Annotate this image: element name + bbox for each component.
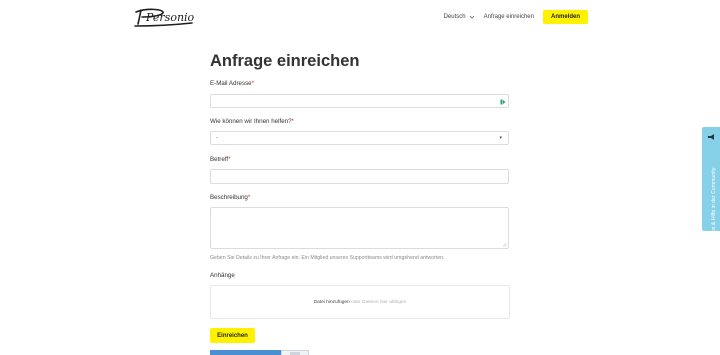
required-asterisk: * xyxy=(251,80,255,87)
email-field[interactable] xyxy=(210,94,509,108)
partial-bottom-control[interactable] xyxy=(281,350,309,355)
top-nav: Deutsch Anfrage einreichen Anmelden xyxy=(444,10,588,24)
email-label: E-Mail Adresse* xyxy=(210,80,255,87)
required-asterisk: * xyxy=(228,156,231,163)
required-asterisk: * xyxy=(291,118,294,125)
description-label: Beschreibung* xyxy=(210,194,251,201)
svg-text:Personio: Personio xyxy=(145,11,195,24)
description-help-text: Geben Sie Details zu Ihrer Anfrage ein. … xyxy=(210,255,445,261)
attachments-label: Anhänge xyxy=(210,272,235,279)
megaphone-icon xyxy=(708,134,714,140)
password-manager-icon[interactable] xyxy=(500,99,506,105)
submit-button[interactable]: Einreichen xyxy=(210,328,255,343)
partial-bottom-button[interactable] xyxy=(210,350,281,355)
resize-handle-icon[interactable] xyxy=(502,242,507,247)
subject-label: Betreff* xyxy=(210,156,231,163)
submit-request-link[interactable]: Anfrage einreichen xyxy=(484,14,534,20)
attachment-dropzone[interactable]: Datei hinzufügen oder Dateien hier ableg… xyxy=(210,285,510,319)
topic-selected-value: - xyxy=(216,135,218,141)
subject-field[interactable] xyxy=(210,169,509,184)
login-button[interactable]: Anmelden xyxy=(542,10,588,24)
chevron-down-icon xyxy=(469,15,474,19)
add-file-link[interactable]: Datei hinzufügen xyxy=(314,300,350,305)
language-selector[interactable]: Deutsch xyxy=(444,14,475,20)
page-title: Anfrage einreichen xyxy=(210,52,360,70)
description-textarea[interactable] xyxy=(210,207,509,249)
language-label: Deutsch xyxy=(443,14,466,20)
drop-hint: oder Dateien hier ablegen xyxy=(351,299,407,305)
topic-label: Wie können wir Ihnen helfen?* xyxy=(210,118,294,125)
caret-down-icon: ▾ xyxy=(499,135,502,141)
community-help-tab[interactable]: Tipps & Hilfe in der Community xyxy=(702,127,720,239)
community-help-label: Tipps & Hilfe in der Community xyxy=(711,167,717,239)
required-asterisk: * xyxy=(247,194,251,201)
topic-select[interactable]: - ▾ xyxy=(210,131,509,145)
personio-logo[interactable]: Personio xyxy=(133,6,195,28)
